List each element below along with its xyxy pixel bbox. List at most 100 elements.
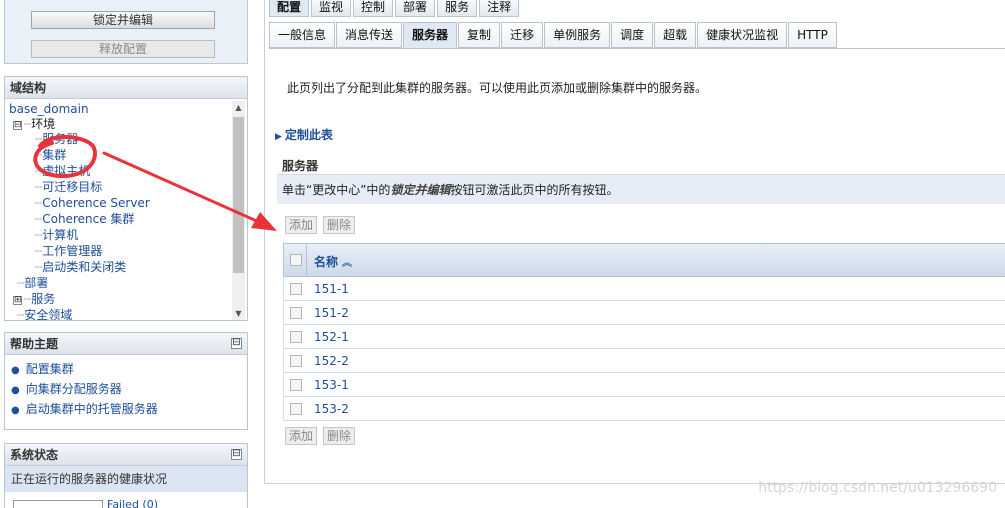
tree-node-label: 可迁移目标	[42, 180, 103, 194]
table-row: 151-1	[283, 277, 1005, 301]
table-row: 152-1	[283, 325, 1005, 349]
select-all-checkbox[interactable]	[290, 254, 302, 266]
help-link-configure-cluster[interactable]: 配置集群	[26, 362, 74, 376]
tab-notes[interactable]: 注释	[479, 0, 520, 17]
add-button[interactable]: 添加	[285, 216, 318, 234]
row-checkbox[interactable]	[290, 331, 302, 343]
tree-scrollbar[interactable]: ▲ ▼	[232, 101, 245, 320]
help-topic-item: ● 向集群分配服务器	[11, 379, 247, 399]
system-status-panel: 系统状态 ⊟ 正在运行的服务器的健康状况 Failed (0)	[4, 443, 248, 508]
server-name-link[interactable]: 151-1	[314, 282, 349, 296]
scroll-thumb[interactable]	[233, 117, 244, 273]
secondary-tabs: 一般信息 消息传送 服务器 复制 迁移 单例服务 调度 超载 健康状况监视 HTTP	[269, 22, 838, 49]
tree-node-label: 安全领域	[24, 308, 73, 320]
subtab-scheduling[interactable]: 调度	[611, 22, 654, 48]
tree-node-label: base_domain	[9, 102, 89, 116]
domain-structure-panel: 域结构 base_domain ⊟ ┄环境 ┄服务器 ┄集群 ┄虚拟主机 ┄可迁…	[4, 76, 248, 321]
health-bar	[13, 500, 103, 508]
server-health-subtitle: 正在运行的服务器的健康状况	[5, 466, 247, 492]
server-name-link[interactable]: 153-2	[314, 402, 349, 416]
tree-node-label: 服务器	[42, 132, 79, 146]
add-button[interactable]: 添加	[285, 427, 318, 445]
tab-configuration[interactable]: 配置	[269, 0, 310, 17]
server-name-link[interactable]: 153-1	[314, 378, 349, 392]
help-link-assign-servers[interactable]: 向集群分配服务器	[26, 382, 122, 396]
bullet-icon: ●	[11, 405, 20, 416]
tree-node-label: 启动类和关闭类	[42, 260, 127, 274]
column-header-label: 名称	[314, 255, 339, 269]
tab-services[interactable]: 服务	[437, 0, 478, 17]
failed-count-link[interactable]: Failed (0)	[107, 498, 158, 508]
expand-node-icon[interactable]: ⊞	[13, 296, 22, 305]
tree-node-coherence-cluster[interactable]: ┄Coherence 集群	[35, 212, 134, 226]
table-header: 名称 ︽	[283, 243, 1005, 277]
help-topics-panel: 帮助主题 ⊟ ● 配置集群 ● 向集群分配服务器 ● 启动集群中的托管服务器	[4, 332, 248, 430]
tab-underline	[269, 48, 1005, 49]
subtab-migration[interactable]: 迁移	[501, 22, 544, 48]
watermark: https://blog.csdn.net/u013296690	[758, 480, 997, 496]
tree-node-label: Coherence 集群	[42, 212, 135, 226]
scroll-up-icon[interactable]: ▲	[232, 101, 245, 114]
tree-node-label: 部署	[24, 276, 49, 290]
tab-deployments[interactable]: 部署	[395, 0, 436, 17]
hint-emphasis: 锁定并编辑	[390, 183, 451, 197]
tree-node-environment[interactable]: ⊟ ┄环境	[13, 117, 55, 131]
help-topics-title: 帮助主题	[5, 333, 247, 355]
lock-and-edit-button[interactable]: 锁定并编辑	[31, 11, 215, 29]
tree-node-migratable-targets[interactable]: ┄可迁移目标	[35, 180, 102, 194]
subtab-messaging[interactable]: 消息传送	[336, 22, 403, 48]
subtab-servers[interactable]: 服务器	[403, 22, 458, 48]
subtab-overload[interactable]: 超载	[654, 22, 697, 48]
tree-node-machines[interactable]: ┄计算机	[35, 228, 78, 242]
bullet-icon: ●	[11, 385, 20, 396]
tree-node-virtual-hosts[interactable]: ┄虚拟主机	[35, 164, 90, 178]
tree-node-coherence-server[interactable]: ┄Coherence Server	[35, 196, 150, 210]
tab-control[interactable]: 控制	[353, 0, 394, 17]
tree-node-deployments[interactable]: ┄部署	[17, 276, 48, 290]
row-checkbox[interactable]	[290, 283, 302, 295]
tree-node-label: 虚拟主机	[42, 164, 91, 178]
tree-node-servers[interactable]: ┄服务器	[35, 132, 78, 146]
tree-node-label: 集群	[42, 148, 67, 162]
tree-node-clusters[interactable]: ┄集群	[35, 148, 66, 162]
scroll-down-icon[interactable]: ▼	[232, 307, 245, 320]
help-topic-item: ● 启动集群中的托管服务器	[11, 399, 247, 419]
tree-node-security-realms[interactable]: ┄安全领域	[17, 308, 72, 320]
row-checkbox[interactable]	[290, 403, 302, 415]
collapse-icon[interactable]: ⊟	[231, 449, 242, 460]
sort-ascending-icon[interactable]: ︽	[342, 258, 352, 269]
help-topic-item: ● 配置集群	[11, 359, 247, 379]
collapse-node-icon[interactable]: ⊟	[13, 121, 22, 130]
main-content: 配置 监视 控制 部署 服务 注释 一般信息 消息传送 服务器 复制 迁移 单例服务 调度 超载 健康状况…	[264, 0, 1005, 484]
help-link-start-managed-servers[interactable]: 启动集群中的托管服务器	[26, 402, 158, 416]
subtab-health-monitoring[interactable]: 健康状况监视	[697, 22, 788, 48]
servers-table: 名称 ︽ 151-1 151-2 152-1 152-2 153-1 153-2	[283, 243, 1005, 421]
tree-node-services[interactable]: ⊞ ┄服务	[13, 292, 55, 306]
row-checkbox[interactable]	[290, 379, 302, 391]
column-header-name[interactable]: 名称 ︽	[314, 253, 352, 270]
table-row: 152-2	[283, 349, 1005, 373]
subtab-replication[interactable]: 复制	[458, 22, 501, 48]
delete-button[interactable]: 删除	[323, 427, 356, 445]
tree-node-startup-shutdown-classes[interactable]: ┄启动类和关闭类	[35, 260, 126, 274]
tree-node-work-managers[interactable]: ┄工作管理器	[35, 244, 102, 258]
server-name-link[interactable]: 151-2	[314, 306, 349, 320]
subtab-general[interactable]: 一般信息	[269, 22, 336, 48]
tree-node-base-domain[interactable]: base_domain	[9, 102, 89, 116]
delete-button[interactable]: 删除	[323, 216, 356, 234]
release-configuration-button[interactable]: 释放配置	[31, 40, 215, 58]
customize-table-link[interactable]: ▶ 定制此表	[275, 126, 333, 143]
server-name-link[interactable]: 152-1	[314, 330, 349, 344]
table-row: 151-2	[283, 301, 1005, 325]
row-checkbox[interactable]	[290, 307, 302, 319]
tab-monitoring[interactable]: 监视	[311, 0, 352, 17]
change-center-panel: 锁定并编辑 释放配置	[4, 0, 248, 64]
row-checkbox[interactable]	[290, 355, 302, 367]
subtab-singleton-services[interactable]: 单例服务	[544, 22, 611, 48]
lock-hint: 单击“更改中心”中的锁定并编辑按钮可激活此页中的所有按钮。	[277, 174, 1005, 204]
hint-prefix: 单击“更改中心”中的	[282, 183, 391, 197]
collapse-icon[interactable]: ⊟	[231, 338, 242, 349]
hint-suffix: 按钮可激活此页中的所有按钮。	[450, 183, 619, 197]
subtab-http[interactable]: HTTP	[788, 22, 837, 48]
server-name-link[interactable]: 152-2	[314, 354, 349, 368]
